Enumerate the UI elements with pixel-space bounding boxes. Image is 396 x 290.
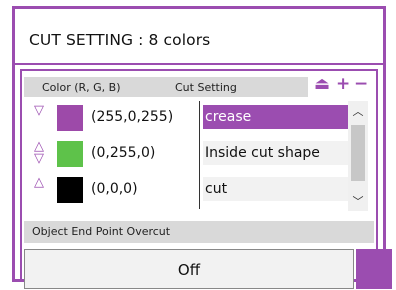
color-swatch [57, 141, 83, 167]
move-down-icon[interactable]: ▽ [28, 104, 50, 131]
panel-title: CUT SETTING : 8 colors [29, 31, 211, 49]
overcut-value-button[interactable]: Off [24, 249, 354, 289]
header-toolbar: ⏏ + − [314, 74, 384, 97]
overcut-header: Object End Point Overcut [24, 221, 374, 243]
rgb-value: (0,255,0) [91, 145, 156, 161]
vertical-scrollbar[interactable]: ︿ ﹀ [348, 101, 368, 211]
scrollbar-thumb[interactable] [351, 125, 365, 181]
plus-icon[interactable]: + [336, 74, 350, 94]
rgb-value: (255,0,255) [91, 109, 174, 125]
eject-icon[interactable]: ⏏ [314, 74, 330, 94]
column-header-cut-setting: Cut Setting [175, 81, 237, 94]
minus-icon[interactable]: − [354, 74, 368, 94]
column-header-color: Color (R, G, B) [42, 81, 121, 94]
title-divider [15, 63, 383, 65]
table-header: Color (R, G, B) Cut Setting [24, 77, 308, 97]
color-settings-group: Color (R, G, B) Cut Setting ⏏ + − ▽ (255… [20, 69, 392, 289]
color-swatch [57, 105, 83, 131]
chevron-up-icon[interactable]: ︿ [348, 103, 368, 119]
cut-setting-value[interactable]: cut [203, 177, 349, 201]
column-divider [199, 101, 200, 209]
overcut-toggle[interactable] [356, 249, 392, 289]
chevron-down-icon[interactable]: ﹀ [348, 193, 368, 209]
color-swatch [57, 177, 83, 203]
table-row[interactable]: △ ▽ (0,255,0) Inside cut shape [24, 137, 376, 169]
table-row[interactable]: △ (0,0,0) cut [24, 173, 376, 205]
cut-setting-panel: CUT SETTING : 8 colors Color (R, G, B) C… [12, 6, 392, 289]
cut-setting-value[interactable]: Inside cut shape [203, 141, 349, 165]
move-updown-icon[interactable]: △ ▽ [28, 140, 50, 167]
move-up-icon[interactable]: △ [28, 176, 50, 203]
overcut-label: Object End Point Overcut [32, 225, 171, 238]
rgb-value: (0,0,0) [91, 181, 138, 197]
cut-setting-value[interactable]: crease [203, 105, 349, 129]
color-rows: ▽ (255,0,255) crease △ ▽ (0,255,0) Inside… [24, 101, 376, 217]
table-row[interactable]: ▽ (255,0,255) crease [24, 101, 376, 133]
